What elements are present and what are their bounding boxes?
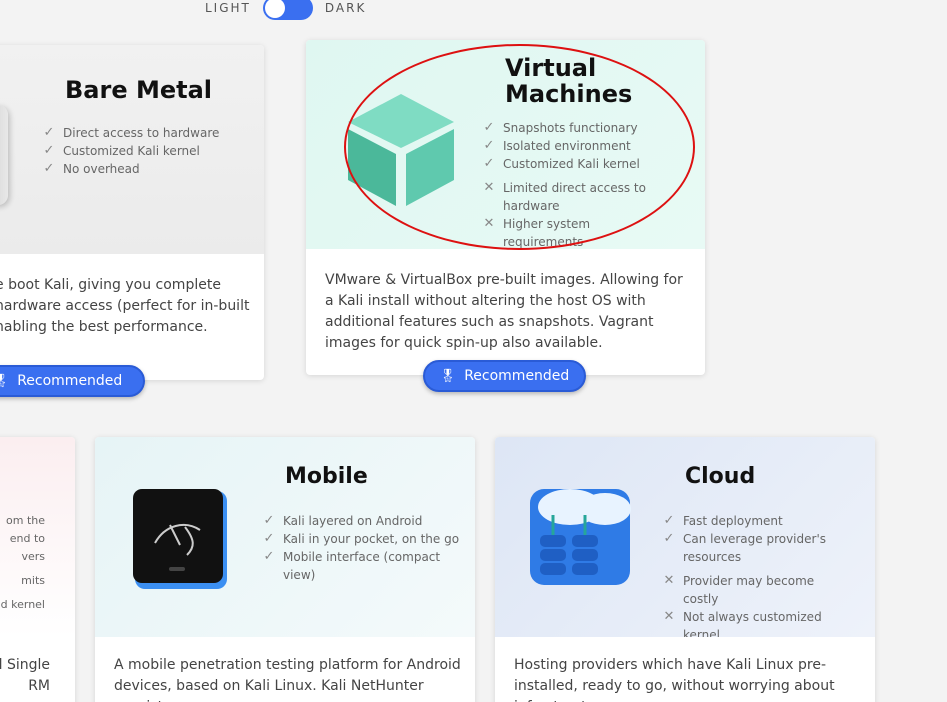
recommended-label: Recommended: [464, 368, 570, 384]
mobile-description: A mobile penetration testing platform fo…: [114, 657, 461, 702]
toggle-knob: [264, 0, 285, 18]
bare-metal-header: Bare Metal ✓ Direct access to hardware ✓ C…: [0, 45, 264, 254]
feature-item: ✓ Fast deployment: [663, 513, 783, 528]
feature-item: vers: [21, 550, 45, 563]
bare-metal-recommended-button[interactable]: 🎖 Recommended: [0, 365, 145, 397]
feature-item: ✓ Kali in your pocket, on the go: [263, 531, 460, 546]
check-icon: ✓: [263, 513, 275, 528]
award-icon: 🎖: [0, 373, 10, 389]
mobile-header: Mobile ✓ Kali layered on Android ✓ Kali in…: [95, 437, 475, 637]
check-icon: ✓: [663, 513, 675, 528]
feature-item: ✓ Kali layered on Android: [263, 513, 423, 528]
virtual-machines-description: VMware & VirtualBox pre-built images. Al…: [325, 272, 683, 351]
cloud-icon: [530, 489, 631, 585]
feature-item: ✓ Direct access to hardware: [43, 125, 220, 140]
cross-icon: ✕: [663, 573, 675, 588]
mobile-features: ✓ Kali layered on Android ✓ Kali in your p…: [263, 512, 475, 584]
partial-card-features: om the end to vers mits d kernel: [0, 512, 45, 614]
cloud-features: ✓ Fast deployment ✓ Can leverage provider'…: [663, 512, 843, 637]
recommended-label: Recommended: [17, 373, 123, 389]
award-icon: 🎖: [439, 368, 457, 384]
theme-toggle[interactable]: [262, 0, 313, 20]
partial-card-header: om the end to vers mits d kernel: [0, 437, 75, 637]
partial-card[interactable]: om the end to vers mits d kernel d Singl…: [0, 437, 75, 702]
feature-item: ✓ No overhead: [43, 161, 140, 176]
feature-item: ✕ Provider may become costly: [663, 573, 815, 606]
cross-icon: ✕: [663, 609, 675, 624]
bare-metal-description: e boot Kali, giving you complete hardwar…: [0, 277, 250, 335]
check-icon: ✓: [263, 549, 275, 564]
cloud-description: Hosting providers which have Kali Linux …: [514, 657, 835, 702]
mobile-card[interactable]: Mobile ✓ Kali layered on Android ✓ Kali in…: [95, 437, 475, 702]
phone-icon: [133, 489, 227, 589]
cloud-card[interactable]: Cloud ✓ Fast deployment ✓ Can leverage pro…: [495, 437, 875, 702]
virtual-machines-recommended-button[interactable]: 🎖 Recommended: [423, 360, 586, 392]
highlight-ellipse: [344, 44, 695, 250]
check-icon: ✓: [663, 531, 675, 546]
feature-item: ✓ Customized Kali kernel: [43, 143, 200, 158]
bare-metal-title: Bare Metal: [65, 76, 213, 104]
bare-metal-illustration: [0, 105, 8, 205]
feature-item: d kernel: [0, 598, 45, 611]
feature-item: ✕ Not always customized kernel: [663, 609, 822, 637]
partial-card-description: d Single RM: [0, 657, 50, 694]
dark-label: DARK: [324, 1, 367, 15]
cloud-title: Cloud: [685, 464, 756, 489]
check-icon: ✓: [43, 125, 55, 140]
feature-item: mits: [21, 574, 45, 587]
feature-item: end to: [9, 532, 45, 545]
feature-item: om the: [6, 514, 45, 527]
feature-item: ✓ Mobile interface (compact view): [263, 549, 441, 582]
check-icon: ✓: [263, 531, 275, 546]
light-label: LIGHT: [205, 1, 251, 15]
cloud-header: Cloud ✓ Fast deployment ✓ Can leverage pro…: [495, 437, 875, 637]
bare-metal-card[interactable]: Bare Metal ✓ Direct access to hardware ✓ C…: [0, 45, 264, 397]
check-icon: ✓: [43, 161, 55, 176]
theme-toggle-row: LIGHT DARK: [205, 0, 366, 22]
feature-item: ✓ Can leverage provider's resources: [663, 531, 827, 564]
check-icon: ✓: [43, 143, 55, 158]
mobile-title: Mobile: [285, 464, 368, 489]
bare-metal-features: ✓ Direct access to hardware ✓ Customized K…: [43, 124, 220, 178]
